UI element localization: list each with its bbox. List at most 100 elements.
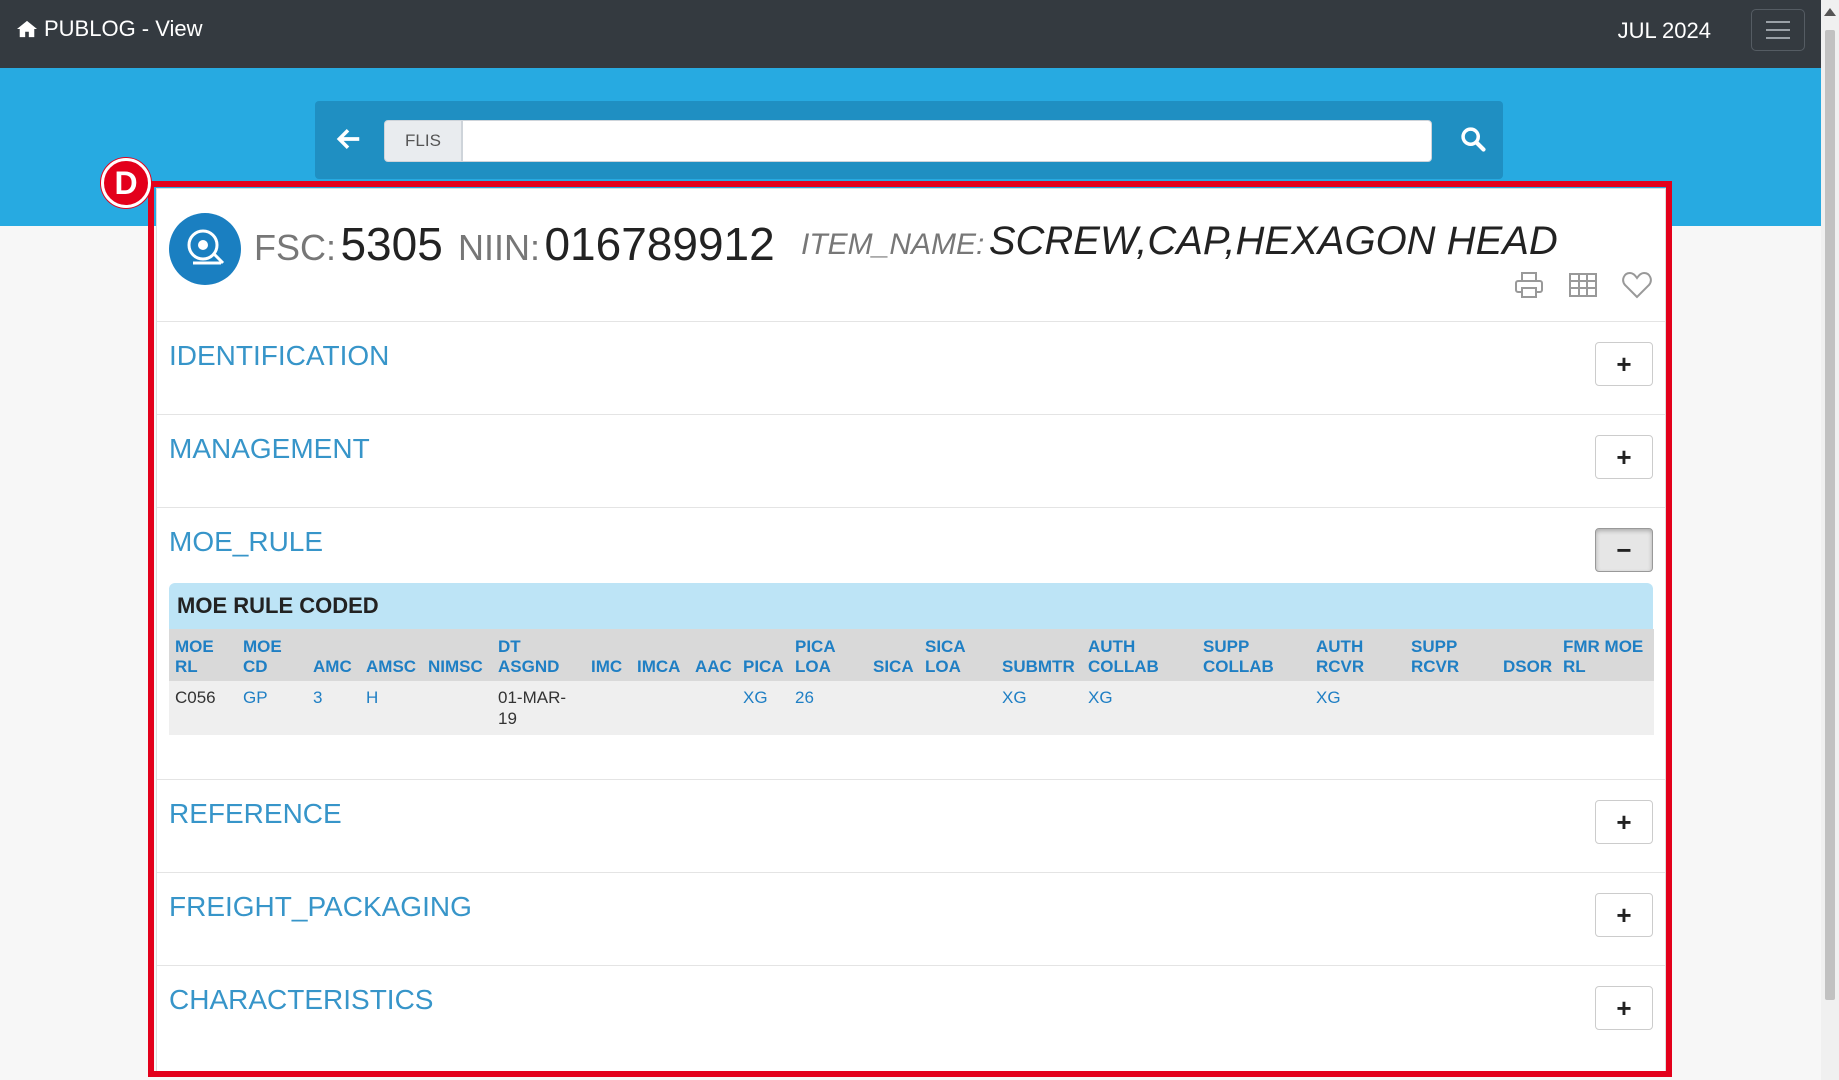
moe-cell[interactable]: XG [1082, 681, 1197, 735]
moe-column-header[interactable]: MOE CD [237, 629, 307, 681]
expand-characteristics-button[interactable]: + [1595, 986, 1653, 1030]
moe-column-header-line: ASGND [498, 657, 560, 676]
print-icon[interactable] [1513, 270, 1545, 300]
moe-column-header[interactable]: IMCA [631, 629, 689, 681]
moe-column-header[interactable]: FMR MOE RL [1557, 629, 1654, 681]
moe-column-header-line: SUPP [1411, 637, 1458, 656]
moe-column-header-line: MOE [243, 637, 282, 656]
annotation-marker: D [101, 158, 151, 208]
back-arrow-icon[interactable] [333, 124, 363, 154]
version-date: JUL 2024 [1617, 18, 1711, 43]
moe-cell[interactable]: XG [1310, 681, 1405, 735]
moe-cell [1197, 681, 1310, 735]
section-title-freight-packaging[interactable]: FREIGHT_PACKAGING [169, 891, 472, 923]
table-icon[interactable] [1567, 270, 1599, 300]
item-name-value: SCREW,CAP,HEXAGON HEAD [988, 219, 1558, 263]
moe-column-header[interactable]: SUPP COLLAB [1197, 629, 1310, 681]
moe-column-header[interactable]: DT ASGND [492, 629, 585, 681]
section-identification: IDENTIFICATION + [157, 321, 1665, 415]
moe-column-header-line: AUTH [1088, 637, 1136, 656]
moe-column-header-line: MOE [175, 637, 214, 656]
heart-icon[interactable] [1621, 270, 1653, 300]
moe-column-header-line [366, 637, 416, 657]
moe-column-header-line: CD [243, 657, 268, 676]
scrollbar-thumb[interactable] [1825, 30, 1835, 1000]
niin-value: 016789912 [544, 218, 775, 270]
moe-column-header-line: LOA [925, 657, 961, 676]
section-title-management[interactable]: MANAGEMENT [169, 433, 370, 465]
moe-column-header[interactable]: SUPP RCVR [1405, 629, 1497, 681]
section-title-identification[interactable]: IDENTIFICATION [169, 340, 389, 372]
moe-column-header[interactable]: SUBMTR [996, 629, 1082, 681]
fsc-field: FSC: 5305 [254, 217, 443, 271]
expand-management-button[interactable]: + [1595, 435, 1653, 479]
moe-cell [631, 681, 689, 735]
expand-identification-button[interactable]: + [1595, 342, 1653, 386]
moe-column-header-line [591, 637, 625, 657]
section-title-characteristics[interactable]: CHARACTERISTICS [169, 984, 433, 1016]
moe-cell [1405, 681, 1497, 735]
section-moe-rule: MOE_RULE − MOE RULE CODED MOE RL MOE CD AMC… [157, 507, 1665, 780]
section-freight-packaging: FREIGHT_PACKAGING + [157, 872, 1665, 966]
moe-column-header-line: AMC [313, 657, 352, 676]
moe-cell[interactable]: H [360, 681, 422, 735]
moe-column-header-line: SUPP [1203, 637, 1250, 656]
item-name-field: ITEM_NAME: SCREW,CAP,HEXAGON HEAD [801, 219, 1558, 264]
moe-column-header[interactable]: DSOR [1497, 629, 1557, 681]
moe-column-header-line: PICA [743, 657, 784, 676]
moe-column-header[interactable]: NIMSC [422, 629, 492, 681]
fsc-value: 5305 [340, 218, 443, 270]
moe-column-header-line: IMCA [637, 657, 681, 676]
moe-cell[interactable]: GP [237, 681, 307, 735]
moe-column-header-line: RL [1563, 657, 1586, 676]
moe-column-header-line: AUTH [1316, 637, 1364, 656]
scroll-up-arrow[interactable] [1824, 8, 1836, 16]
moe-cell[interactable]: 26 [789, 681, 867, 735]
moe-rule-table-title: MOE RULE CODED [169, 583, 1653, 629]
item-name-label: ITEM_NAME: [801, 228, 985, 261]
moe-column-header[interactable]: PICA LOA [789, 629, 867, 681]
moe-column-header[interactable]: IMC [585, 629, 631, 681]
expand-freight-packaging-button[interactable]: + [1595, 893, 1653, 937]
search-prefix-label: FLIS [384, 120, 462, 162]
menu-toggle-button[interactable] [1751, 9, 1805, 51]
moe-column-header-line [1503, 637, 1551, 657]
section-title-reference[interactable]: REFERENCE [169, 798, 342, 830]
search-icon[interactable] [1459, 125, 1487, 153]
search-input[interactable] [462, 120, 1432, 162]
moe-column-header[interactable]: MOE RL [169, 629, 237, 681]
moe-cell [585, 681, 631, 735]
expand-reference-button[interactable]: + [1595, 800, 1653, 844]
moe-column-header[interactable]: AMSC [360, 629, 422, 681]
moe-column-header-line: PICA [795, 637, 836, 656]
brand-link[interactable]: PUBLOG - View [16, 16, 203, 42]
collapse-moe-rule-button[interactable]: − [1595, 528, 1653, 572]
menu-icon [1766, 21, 1790, 23]
niin-field: NIIN: 016789912 [458, 217, 775, 271]
moe-column-header[interactable]: SICA LOA [919, 629, 996, 681]
moe-column-header[interactable]: AUTH RCVR [1310, 629, 1405, 681]
section-title-moe-rule[interactable]: MOE_RULE [169, 526, 323, 558]
moe-cell [867, 681, 919, 735]
moe-cell[interactable]: 3 [307, 681, 360, 735]
moe-column-header-line: DT [498, 637, 521, 656]
moe-column-header[interactable]: AAC [689, 629, 737, 681]
moe-column-header-line [1002, 637, 1076, 657]
moe-column-header[interactable]: AMC [307, 629, 360, 681]
moe-cell[interactable]: XG [737, 681, 789, 735]
moe-column-header-line [637, 637, 683, 657]
moe-column-header[interactable]: PICA [737, 629, 789, 681]
moe-column-header-line: NIMSC [428, 657, 483, 676]
moe-column-header-line [743, 637, 783, 657]
moe-column-header-line: IMC [591, 657, 623, 676]
moe-cell[interactable]: XG [996, 681, 1082, 735]
home-icon [17, 20, 37, 38]
moe-column-header[interactable]: AUTH COLLAB [1082, 629, 1197, 681]
moe-column-header[interactable]: SICA [867, 629, 919, 681]
scrollbar[interactable] [1821, 0, 1839, 1080]
moe-cell [689, 681, 737, 735]
moe-column-header-line: COLLAB [1088, 657, 1159, 676]
moe-rule-header-row: MOE RL MOE CD AMC AMSC NIMSC DT ASGND IMC IMC… [169, 629, 1654, 681]
moe-column-header-line: RCVR [1411, 657, 1460, 676]
moe-column-header-line [695, 637, 731, 657]
